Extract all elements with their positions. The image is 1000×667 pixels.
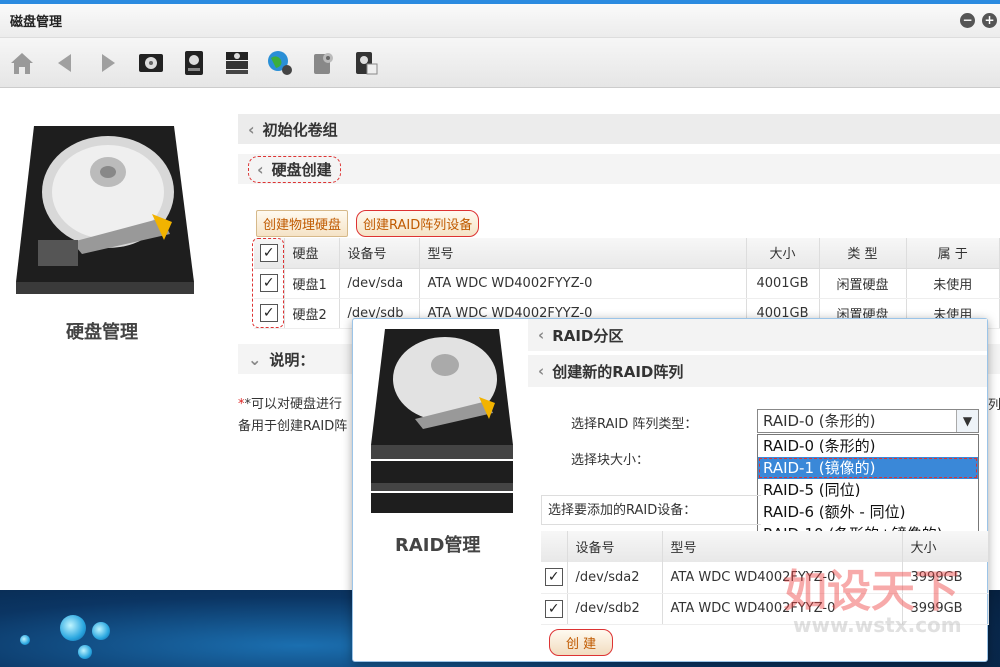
- back-icon[interactable]: [49, 47, 81, 79]
- col-belong: 属 于: [906, 238, 1000, 269]
- desktop-bubble: [60, 615, 86, 641]
- row-checkbox[interactable]: ✓: [544, 599, 563, 618]
- desktop-bubble: [92, 622, 110, 640]
- disk-volume-icon[interactable]: [178, 47, 210, 79]
- disk-create-section[interactable]: ‹ 硬盘创建: [238, 154, 1000, 184]
- chevron-left-icon: ‹: [248, 119, 255, 139]
- minimize-button[interactable]: −: [960, 13, 975, 28]
- init-volume-section[interactable]: ‹ 初始化卷组: [238, 114, 1000, 144]
- hard-disk-illustration: [12, 122, 198, 302]
- cell-disk: 硬盘2: [284, 298, 340, 329]
- cell-size: 4001GB: [746, 268, 820, 299]
- section-title: 硬盘创建: [271, 160, 332, 179]
- col-type: 类 型: [819, 238, 907, 269]
- check-col: [541, 531, 568, 562]
- description-text: **可以对硬盘进行 备用于创建RAID阵: [238, 394, 347, 438]
- chevron-down-icon: ⌄: [248, 349, 262, 369]
- chevron-left-icon: ‹: [257, 159, 264, 179]
- cell-belong: 未使用: [906, 268, 1000, 299]
- row-check-cell: ✓: [541, 562, 568, 594]
- create-tabs: 创建物理硬盘 创建RAID阵列设备: [256, 210, 480, 237]
- desktop-bubble: [78, 645, 92, 659]
- disk-settings-icon[interactable]: [307, 47, 339, 79]
- disk-icon[interactable]: [135, 47, 167, 79]
- select-value: RAID-0 (条形的): [763, 412, 876, 430]
- tab-create-physical-disk[interactable]: 创建物理硬盘: [256, 210, 349, 237]
- cell-device: /dev/sdb2: [567, 593, 663, 625]
- section-title: 创建新的RAID阵列: [552, 362, 684, 381]
- disk-table: ✓ 硬盘 设备号 型号 大小 类 型 属 于 ✓ 硬盘1 /dev/sda AT…: [254, 238, 1000, 329]
- chevron-down-icon[interactable]: ▼: [956, 410, 978, 432]
- option-raid-1[interactable]: RAID-1 (镜像的): [758, 457, 978, 479]
- desc-line-right: 列: [988, 398, 1000, 413]
- raid-partition-section[interactable]: ‹ RAID分区: [528, 319, 987, 351]
- desc-line: *可以对硬盘进行: [244, 397, 343, 412]
- home-icon[interactable]: [6, 47, 38, 79]
- block-size-label: 选择块大小：: [571, 453, 650, 468]
- disk-management-caption: 硬盘管理: [66, 322, 138, 343]
- col-device: 设备号: [567, 531, 663, 562]
- col-device: 设备号: [339, 238, 420, 269]
- raid-create-section[interactable]: ‹ 创建新的RAID阵列: [528, 355, 987, 387]
- network-icon[interactable]: [264, 47, 296, 79]
- raid-type-label: 选择RAID 阵列类型：: [571, 417, 698, 432]
- option-raid-6[interactable]: RAID-6 (额外 - 同位): [758, 501, 978, 523]
- watermark-brand: 如设天下: [783, 566, 959, 617]
- raid-management-caption: RAID管理: [395, 535, 481, 556]
- cell-device: /dev/sda: [339, 268, 420, 299]
- cell-type: 闲置硬盘: [819, 268, 907, 299]
- section-title: 说明：: [269, 350, 315, 369]
- raid-type-select[interactable]: RAID-0 (条形的) ▼: [757, 409, 979, 433]
- create-raid-button[interactable]: 创 建: [549, 629, 614, 656]
- raid-management-dialog: RAID管理 ‹ RAID分区 ‹ 创建新的RAID阵列 选择RAID 阵列类型…: [352, 318, 989, 662]
- desc-line: 备用于创建RAID阵: [238, 419, 348, 434]
- row-check-cell: ✓: [541, 593, 568, 625]
- title-bar: 磁盘管理 − +: [0, 4, 1000, 38]
- col-disk: 硬盘: [284, 238, 340, 269]
- col-model: 型号: [419, 238, 747, 269]
- disk-info-icon[interactable]: [350, 47, 382, 79]
- option-raid-5[interactable]: RAID-5 (同位): [758, 479, 978, 501]
- forward-icon[interactable]: [92, 47, 124, 79]
- toolbar: [0, 38, 1000, 88]
- raid-devices-label: 选择要添加的RAID设备：: [541, 495, 761, 525]
- raid-type-dropdown: RAID-0 (条形的) RAID-1 (镜像的) RAID-5 (同位) RA…: [757, 434, 979, 546]
- raid-disk-illustration: [367, 327, 517, 521]
- desktop-bubble: [20, 635, 30, 645]
- disk-raid-icon[interactable]: [221, 47, 253, 79]
- col-size: 大小: [746, 238, 820, 269]
- watermark-url: www.wstx.com: [793, 613, 962, 637]
- cell-model: ATA WDC WD4002FYYZ-0: [419, 268, 747, 299]
- row-checkbox[interactable]: ✓: [544, 568, 563, 587]
- section-title: RAID分区: [552, 326, 624, 345]
- section-title: 初始化卷组: [262, 120, 338, 139]
- chevron-left-icon: ‹: [538, 326, 545, 344]
- maximize-button[interactable]: +: [982, 13, 997, 28]
- table-row[interactable]: ✓ 硬盘1 /dev/sda ATA WDC WD4002FYYZ-0 4001…: [254, 268, 1000, 299]
- option-raid-0[interactable]: RAID-0 (条形的): [758, 435, 978, 457]
- cell-disk: 硬盘1: [284, 268, 340, 299]
- cell-device: /dev/sda2: [567, 562, 663, 594]
- disk-create-highlight: ‹ 硬盘创建: [248, 155, 341, 183]
- checkbox-column-highlight: [252, 238, 284, 328]
- window-title: 磁盘管理: [10, 15, 63, 30]
- table-header: ✓ 硬盘 设备号 型号 大小 类 型 属 于: [254, 238, 1000, 269]
- chevron-left-icon: ‹: [538, 362, 545, 380]
- tab-create-raid-device[interactable]: 创建RAID阵列设备: [356, 210, 480, 237]
